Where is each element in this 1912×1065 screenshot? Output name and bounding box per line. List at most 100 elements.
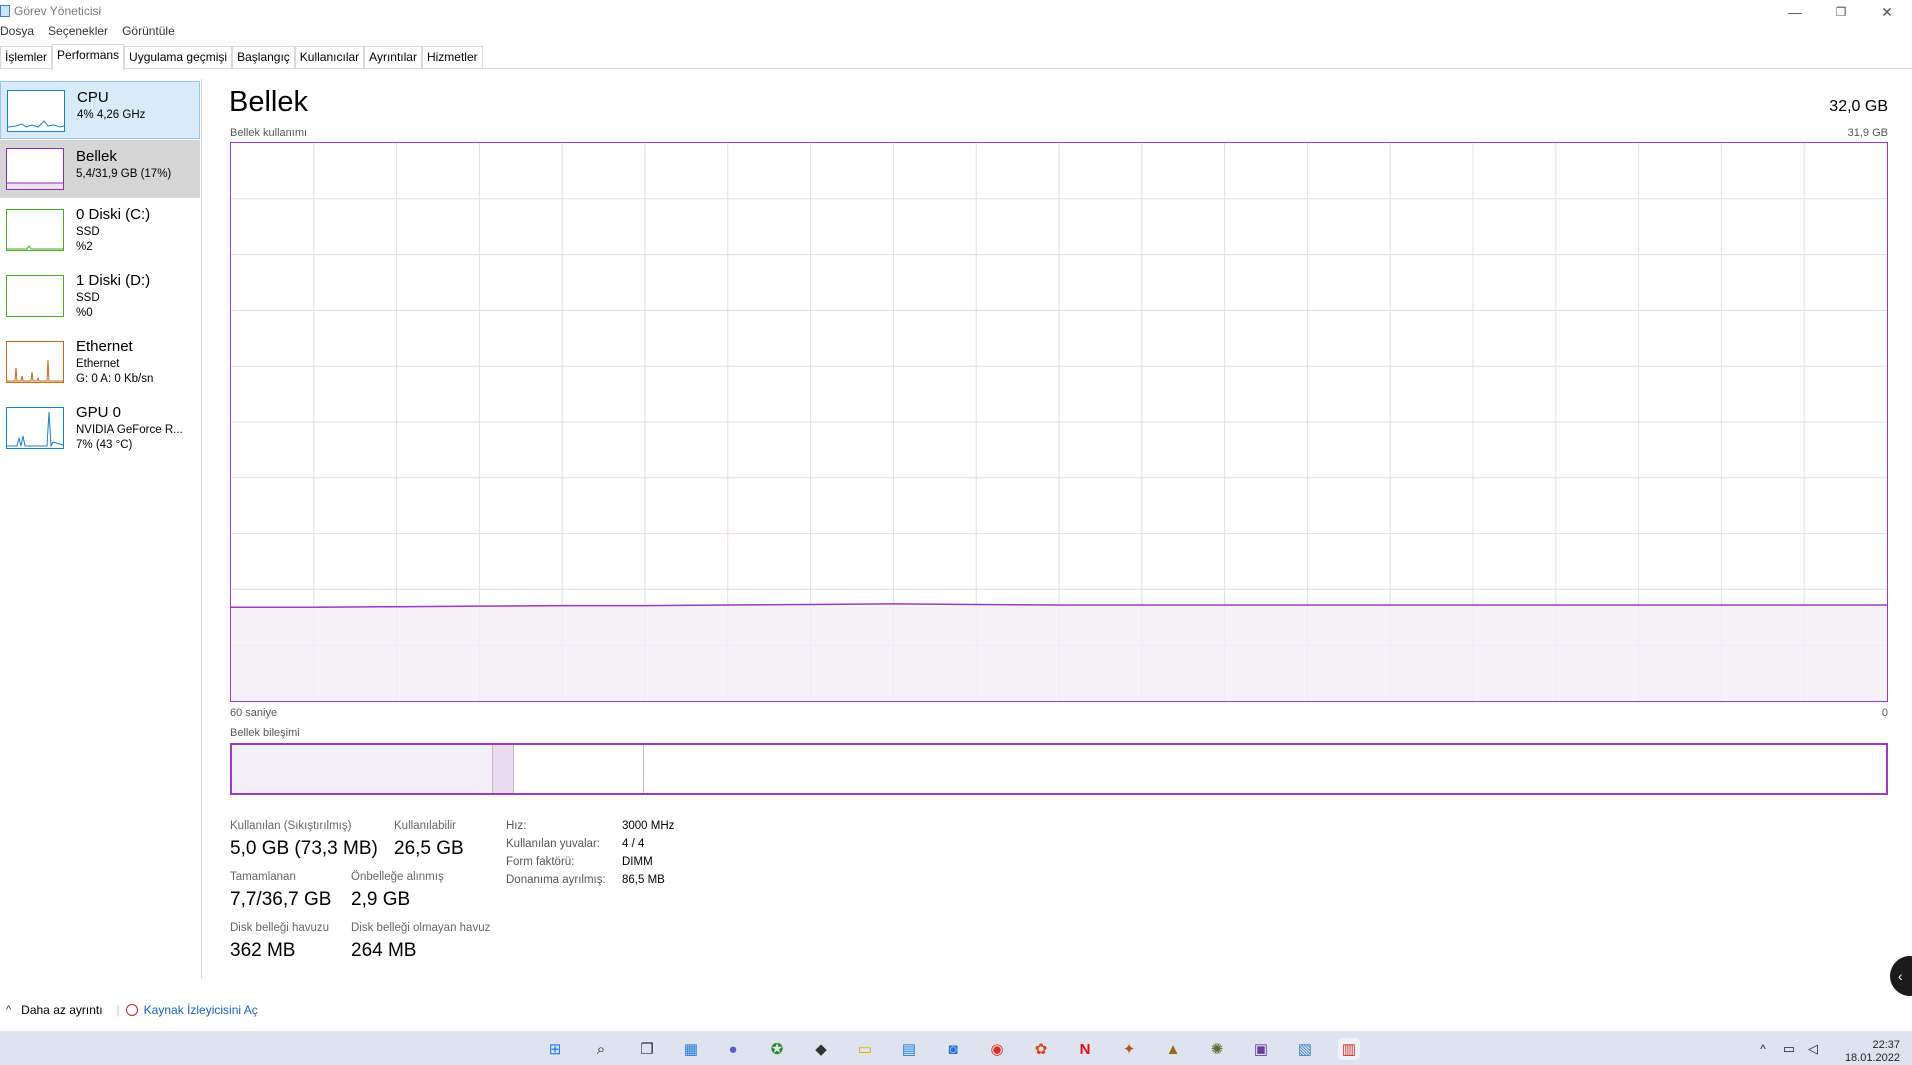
sidebar-item-detail: NVIDIA GeForce R...	[76, 424, 183, 436]
paged-pool-value: 362 MB	[230, 940, 296, 961]
graph-axis-start: 60 saniye	[230, 707, 278, 719]
chevron-up-icon[interactable]: ^	[6, 1004, 11, 1016]
app-icon[interactable]: ▣	[1250, 1038, 1272, 1060]
close-button[interactable]: ✕	[1864, 0, 1910, 24]
nonpaged-pool-value: 264 MB	[351, 940, 417, 961]
gpu-thumbnail-graph	[6, 407, 64, 449]
title-bar: Görev Yöneticisi — ❐ ✕	[0, 0, 1912, 24]
footer-links: ^ Daha az ayrıntı | Kaynak İzleyicisini …	[6, 1003, 258, 1017]
game-icon[interactable]: ▲	[1162, 1038, 1184, 1060]
info-key-hardware-reserved: Donanıma ayrılmış:	[506, 874, 606, 886]
windows-start-icon[interactable]: ⊞	[544, 1038, 566, 1060]
taskbar: ⊞ ⌕ ❐ ▦ ● ✪ ◆ ▭ ▤ ◙ ◉ ✿ N ✦ ▲ ✺ ▣ ▧ ▥ ^ …	[0, 1031, 1912, 1065]
sidebar-item-label: Ethernet	[76, 338, 133, 355]
sidebar-item-detail: Ethernet	[76, 358, 120, 370]
memory-thumbnail-graph	[6, 148, 64, 190]
task-manager-taskbar-icon[interactable]: ▥	[1338, 1038, 1360, 1060]
menu-options[interactable]: Seçenekler	[48, 24, 108, 42]
info-key-form-factor: Form faktörü:	[506, 856, 575, 868]
netflix-icon[interactable]: N	[1074, 1038, 1096, 1060]
sidebar-item-gpu[interactable]: GPU 0 NVIDIA GeForce R... 7% (43 °C)	[0, 397, 200, 461]
cpu-thumbnail-graph	[7, 90, 65, 132]
available-label: Kullanılabilir	[394, 820, 457, 832]
cached-value: 2,9 GB	[351, 889, 411, 910]
in-use-value: 5,0 GB (73,3 MB)	[230, 838, 378, 859]
sidebar-item-label: GPU 0	[76, 404, 122, 421]
page-title: Bellek	[229, 86, 308, 118]
chevron-left-icon[interactable]: ‹	[1890, 956, 1912, 996]
resource-monitor-icon	[125, 1004, 138, 1016]
tab-app-history[interactable]: Uygulama geçmişi	[124, 46, 233, 68]
sidebar-item-disk-c[interactable]: 0 Diski (C:) SSD %2	[0, 199, 200, 263]
sidebar-item-detail: SSD	[76, 292, 100, 304]
sidebar-item-ethernet[interactable]: Ethernet Ethernet G: 0 A: 0 Kb/sn	[0, 331, 200, 395]
chevron-up-icon[interactable]: ^	[1752, 1038, 1774, 1060]
tab-services[interactable]: Hizmetler	[421, 46, 483, 68]
network-icon[interactable]: ▭	[1778, 1038, 1800, 1060]
tab-processes[interactable]: İşlemler	[0, 46, 53, 68]
sidebar-item-detail: 5,4/31,9 GB (17%)	[76, 168, 172, 180]
sidebar-item-detail: SSD	[76, 226, 100, 238]
memory-usage-area	[231, 603, 1887, 701]
window-title: Görev Yöneticisi	[14, 4, 102, 18]
sidebar-item-label: 0 Diski (C:)	[76, 206, 151, 223]
composition-modified	[491, 745, 515, 793]
memory-usage-chart	[231, 143, 1887, 701]
clock-time: 22:37	[1872, 1039, 1900, 1051]
disk-c-thumbnail-graph	[6, 209, 64, 251]
info-value-speed: 3000 MHz	[622, 820, 675, 832]
ethernet-thumbnail-graph	[6, 341, 64, 383]
widgets-icon[interactable]: ▦	[680, 1038, 702, 1060]
file-explorer-icon[interactable]: ▭	[854, 1038, 876, 1060]
clock-date: 18.01.2022	[1844, 1052, 1900, 1064]
menu-view[interactable]: Görüntüle	[122, 24, 175, 42]
info-value-form-factor: DIMM	[622, 856, 653, 868]
steam-icon[interactable]: ◆	[810, 1038, 832, 1060]
game-icon[interactable]: ✺	[1206, 1038, 1228, 1060]
tab-bar: İşlemler Performans Uygulama geçmişi Baş…	[0, 44, 1912, 70]
sidebar-item-label: CPU	[77, 89, 109, 106]
sidebar-item-label: 1 Diski (D:)	[76, 272, 151, 289]
app-icon[interactable]: ✿	[1030, 1038, 1052, 1060]
graph-axis-end: 0	[1881, 707, 1888, 719]
memory-usage-graph	[230, 142, 1888, 702]
tab-startup[interactable]: Başlangıç	[232, 46, 295, 68]
fewer-details-link[interactable]: Daha az ayrıntı	[21, 1003, 102, 1017]
maximize-button[interactable]: ❐	[1818, 0, 1864, 24]
cached-label: Önbelleğe alınmış	[351, 871, 444, 883]
info-value-hardware-reserved: 86,5 MB	[622, 874, 665, 886]
performance-sidebar: CPU 4% 4,26 GHz Bellek 5,4/31,9 GB (17%)…	[0, 79, 202, 979]
taskbar-clock[interactable]: 22:37 18.01.2022	[1826, 1039, 1900, 1065]
available-value: 26,5 GB	[394, 838, 464, 859]
store-icon[interactable]: ▤	[898, 1038, 920, 1060]
info-key-speed: Hız:	[506, 820, 527, 832]
minimize-button[interactable]: —	[1772, 0, 1818, 24]
tab-details[interactable]: Ayrıntılar	[364, 46, 422, 68]
disk-d-thumbnail-graph	[6, 275, 64, 317]
tab-performance[interactable]: Performans	[52, 44, 125, 70]
menu-bar: Dosya Seçenekler Görüntüle	[0, 24, 189, 42]
tab-users[interactable]: Kullanıcılar	[294, 46, 365, 68]
menu-file[interactable]: Dosya	[0, 24, 34, 42]
sidebar-item-detail: G: 0 A: 0 Kb/sn	[76, 373, 154, 385]
photos-icon[interactable]: ◙	[942, 1038, 964, 1060]
chat-icon[interactable]: ●	[722, 1038, 744, 1060]
volume-icon[interactable]: ◁	[1802, 1038, 1824, 1060]
resource-monitor-taskbar-icon[interactable]: ▧	[1294, 1038, 1316, 1060]
search-icon[interactable]: ⌕	[590, 1038, 612, 1060]
sidebar-item-memory[interactable]: Bellek 5,4/31,9 GB (17%)	[0, 140, 200, 198]
xbox-icon[interactable]: ✪	[766, 1038, 788, 1060]
sidebar-item-detail: 4% 4,26 GHz	[77, 109, 146, 121]
sidebar-item-detail: %0	[76, 307, 93, 319]
committed-label: Tamamlanan	[230, 871, 296, 883]
paged-pool-label: Disk belleği havuzu	[230, 922, 330, 934]
sidebar-item-cpu[interactable]: CPU 4% 4,26 GHz	[0, 81, 200, 139]
info-key-slots: Kullanılan yuvalar:	[506, 838, 600, 850]
open-resource-monitor-link[interactable]: Kaynak İzleyicisini Aç	[144, 1003, 258, 1017]
game-icon[interactable]: ✦	[1118, 1038, 1140, 1060]
task-view-icon[interactable]: ❐	[636, 1038, 658, 1060]
chrome-icon[interactable]: ◉	[986, 1038, 1008, 1060]
committed-value: 7,7/36,7 GB	[230, 889, 332, 910]
sidebar-item-disk-d[interactable]: 1 Diski (D:) SSD %0	[0, 265, 200, 329]
sidebar-item-label: Bellek	[76, 148, 117, 165]
